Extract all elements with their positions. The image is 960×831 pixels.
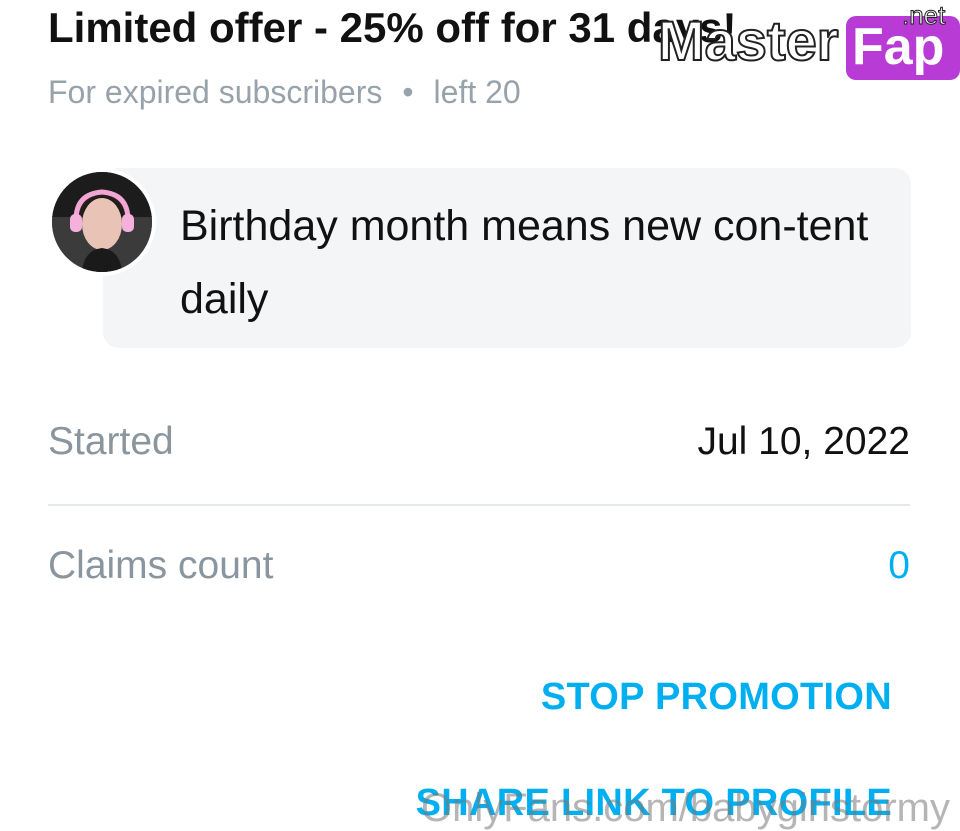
- claims-count-label: Claims count: [48, 544, 274, 587]
- separator-dot: •: [402, 74, 414, 110]
- stop-promotion-button[interactable]: STOP PROMOTION: [541, 676, 892, 719]
- started-value: Jul 10, 2022: [697, 420, 910, 463]
- message-text: Birthday month means new con-tent daily: [180, 202, 869, 323]
- svg-text:.net: .net: [902, 2, 946, 30]
- offer-remaining: left 20: [433, 74, 521, 110]
- avatar-photo-icon: [52, 172, 152, 272]
- divider: [48, 504, 910, 506]
- svg-text:Master: Master: [658, 9, 839, 72]
- offer-subtitle: For expired subscribers • left 20: [48, 74, 521, 111]
- offer-title: Limited offer - 25% off for 31 days!: [48, 4, 737, 51]
- claims-count-value[interactable]: 0: [888, 544, 910, 588]
- started-label: Started: [48, 420, 174, 463]
- offer-audience: For expired subscribers: [48, 74, 383, 110]
- masterfap-watermark-logo: Master Fap .net: [658, 2, 960, 80]
- onlyfans-url-watermark: OnlyFans.com/babygirlstormy: [420, 786, 950, 830]
- avatar[interactable]: [48, 168, 156, 276]
